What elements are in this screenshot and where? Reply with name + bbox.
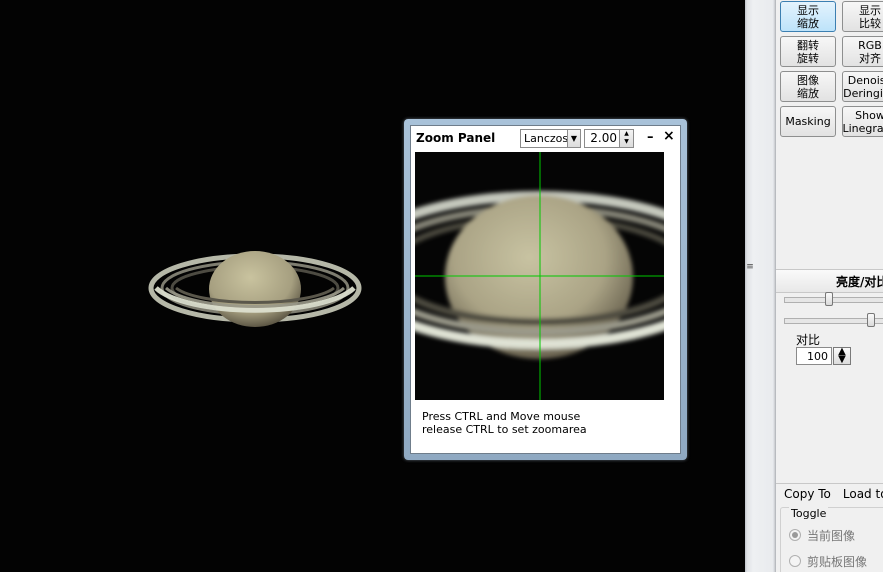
radio-clipboard-image-label: 剪贴板图像 <box>807 555 868 569</box>
zoom-panel-title: Zoom Panel <box>416 131 496 145</box>
toggle-title: Toggle <box>789 507 829 520</box>
masking-button[interactable]: Masking <box>780 106 836 137</box>
brightness-slider-thumb[interactable] <box>825 292 834 306</box>
tool-panel: 显示缩放 显示比较 翻转旋转 RGB对齐 图像缩放 DenoiseDeringi… <box>775 0 883 572</box>
chevron-down-icon[interactable]: ▼ <box>567 130 580 147</box>
zoom-panel-body: Zoom Panel Lanczos ▼ 2.00 ▲ ▼ – × Press … <box>410 125 681 454</box>
radio-clipboard-image[interactable] <box>789 555 801 567</box>
interpolation-select[interactable]: Lanczos ▼ <box>520 129 581 148</box>
tab-strip: Copy To Load to <box>776 483 883 504</box>
zoom-factor-value: 2.00 <box>590 131 617 145</box>
zoom-factor-input[interactable]: 2.00 ▲ ▼ <box>584 129 634 148</box>
zoom-help-text: Press CTRL and Move mouse release CTRL t… <box>422 410 587 436</box>
saturn-image <box>148 251 362 327</box>
radio-current-image[interactable] <box>789 529 801 541</box>
contrast-input[interactable]: 100 <box>796 347 832 365</box>
spin-arrows-icon[interactable]: ▲ ▼ <box>619 130 633 147</box>
tab-load-to[interactable]: Load to <box>843 487 883 501</box>
panel-splitter[interactable]: ≡ <box>745 0 775 572</box>
display-zoom-button[interactable]: 显示 缩放 <box>780 1 836 32</box>
rgb-align-button[interactable]: RGB 对齐 <box>842 36 883 67</box>
radio-current-image-label: 当前图像 <box>807 529 856 543</box>
contrast-slider[interactable] <box>784 313 883 327</box>
spin-arrows-icon[interactable]: ▲ ▼ <box>833 347 851 365</box>
show-linegraph-button[interactable]: ShowLinegraph <box>842 106 883 137</box>
interpolation-value: Lanczos <box>524 132 569 145</box>
zoom-help-line2: release CTRL to set zoomarea <box>422 423 587 436</box>
zoom-panel-window[interactable]: Zoom Panel Lanczos ▼ 2.00 ▲ ▼ – × Press … <box>404 119 687 460</box>
contrast-label: 对比 <box>796 333 821 347</box>
zoom-help-line1: Press CTRL and Move mouse <box>422 410 581 423</box>
image-resize-button[interactable]: 图像 缩放 <box>780 71 836 102</box>
tab-copy-to[interactable]: Copy To <box>784 487 831 501</box>
close-icon[interactable]: × <box>663 128 675 144</box>
brightness-contrast-header[interactable]: 亮度/对比 <box>776 269 883 293</box>
flip-rotate-button[interactable]: 翻转 旋转 <box>780 36 836 67</box>
zoom-view[interactable] <box>415 152 664 400</box>
contrast-slider-thumb[interactable] <box>866 313 875 327</box>
toggle-group: Toggle 当前图像 剪贴板图像 <box>780 507 883 572</box>
brightness-slider[interactable] <box>784 292 883 306</box>
grip-icon[interactable]: ≡ <box>745 262 755 272</box>
minimize-button[interactable]: – <box>647 130 654 145</box>
display-compare-button[interactable]: 显示 比较 <box>842 1 883 32</box>
denoise-deringing-button[interactable]: DenoiseDeringing <box>842 71 883 102</box>
